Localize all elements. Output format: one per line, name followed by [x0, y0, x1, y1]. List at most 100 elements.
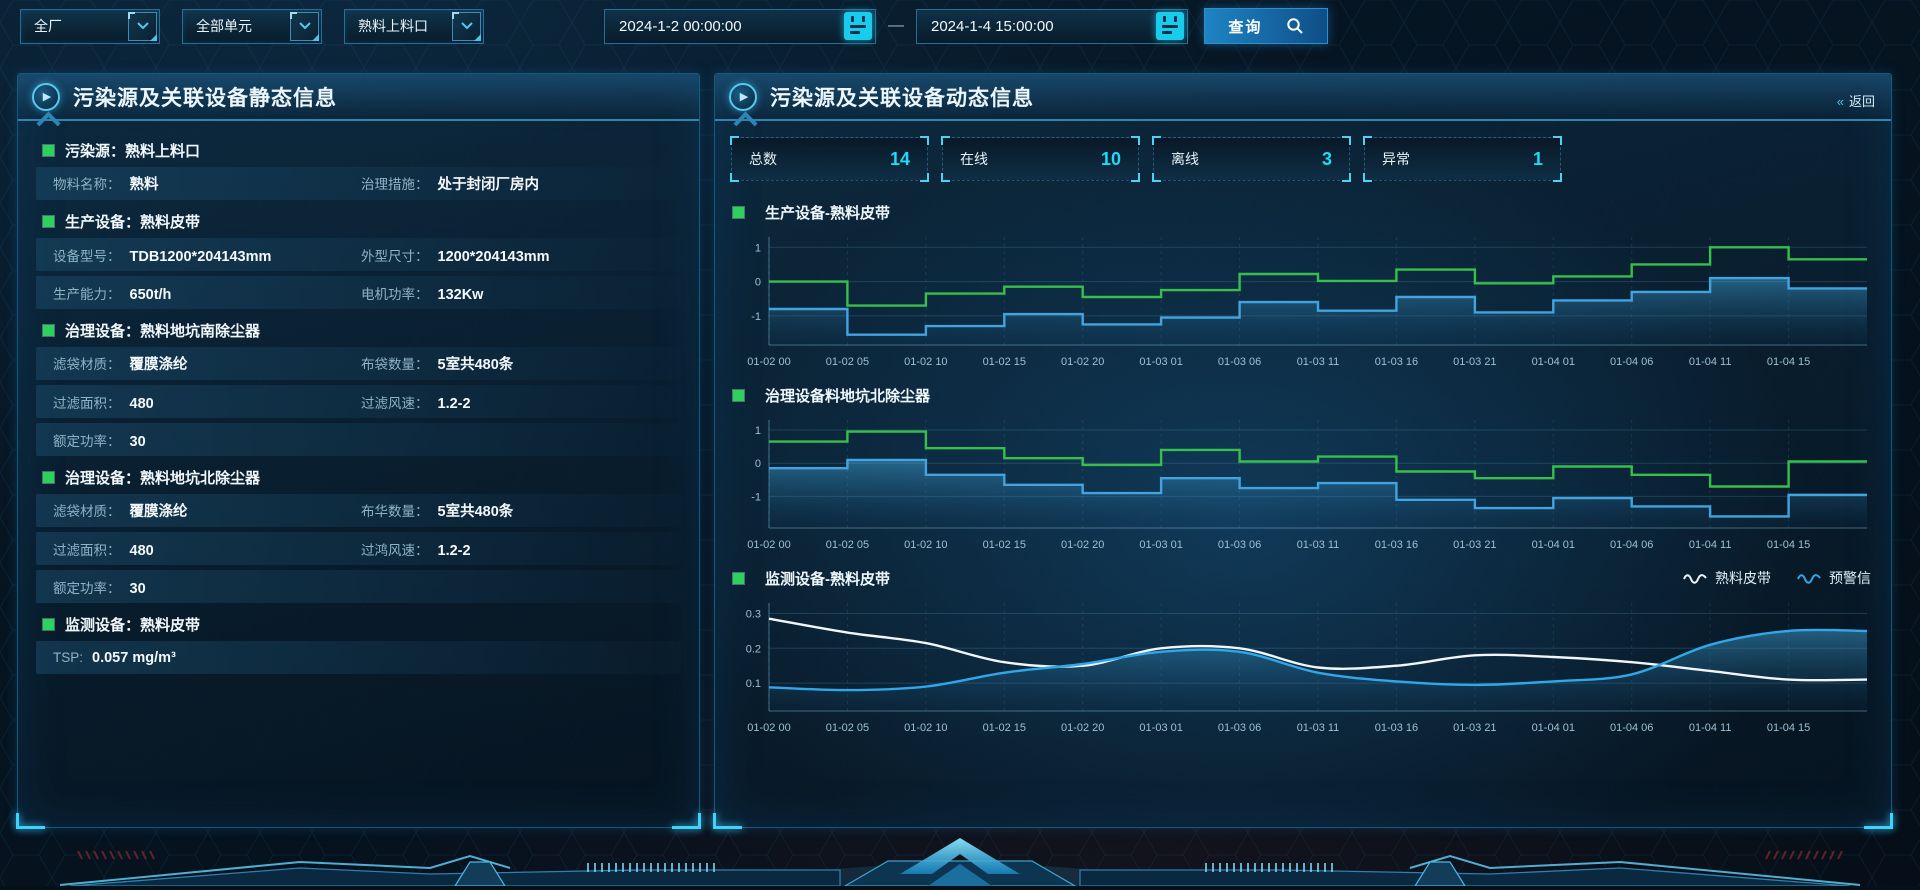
svg-text:01-04 15: 01-04 15 — [1767, 356, 1810, 368]
static-kv-row: 生产能力：650t/h 电机功率：132Kw — [36, 276, 681, 309]
svg-text:01-04 15: 01-04 15 — [1767, 722, 1810, 734]
green-square-icon — [733, 573, 744, 584]
static-kv-row: 额定功率：30 — [36, 423, 681, 456]
static-kv-row: 过滤面积：480 过鸿风速：1.2-2 — [36, 532, 681, 565]
svg-text:01-02 15: 01-02 15 — [983, 356, 1026, 368]
play-icon: ▶ — [729, 83, 757, 111]
back-button[interactable]: « 返回 — [1837, 91, 1875, 110]
chart-header: 监测设备-熟料皮带 熟料皮带 预警信 — [731, 565, 1875, 591]
dynamic-content: 总数14 在线10 离线3 异常1 生产设备-熟料皮带 10-101-02 00… — [715, 121, 1891, 744]
kv-cell: 滤袋材质：覆膜涤纶 — [53, 500, 361, 521]
dynamic-info-panel: ▶ 污染源及关联设备动态信息 «返回 总数14 在线10 离线3 异常1 生产设… — [714, 73, 1892, 828]
green-square-icon — [43, 472, 54, 483]
svg-text:01-04 06: 01-04 06 — [1610, 539, 1653, 551]
legend-item[interactable]: 预警信 — [1797, 568, 1871, 588]
static-section-row: 监测设备：熟料皮带 — [36, 608, 681, 641]
chevron-down-icon[interactable] — [290, 12, 319, 41]
svg-text:01-03 06: 01-03 06 — [1218, 356, 1261, 368]
svg-text:01-04 11: 01-04 11 — [1689, 539, 1732, 551]
legend-item[interactable]: 熟料皮带 — [1683, 568, 1771, 588]
kv-cell: 布华数量：5室共480条 — [361, 500, 669, 521]
stat-box: 异常1 — [1364, 137, 1561, 181]
svg-text:01-04 01: 01-04 01 — [1532, 356, 1575, 368]
svg-text:01-03 01: 01-03 01 — [1139, 722, 1182, 734]
green-square-icon — [43, 216, 54, 227]
svg-text:01-04 01: 01-04 01 — [1532, 722, 1575, 734]
back-button-label: 返回 — [1849, 94, 1875, 109]
static-kv-row: 物料名称：熟料 治理措施：处于封闭厂房内 — [36, 167, 681, 200]
kv-cell: 额定功率：30 — [53, 430, 361, 450]
svg-text:01-02 10: 01-02 10 — [904, 722, 947, 734]
chart-canvas: 10-101-02 0001-02 0501-02 1001-02 1501-0… — [731, 227, 1875, 373]
svg-text:01-02 20: 01-02 20 — [1061, 356, 1104, 368]
chart-canvas: 10-101-02 0001-02 0501-02 1001-02 1501-0… — [731, 410, 1875, 556]
calendar-icon[interactable] — [1156, 12, 1184, 40]
source-select[interactable]: 熟料上料口 — [344, 9, 484, 44]
svg-text:01-03 16: 01-03 16 — [1375, 539, 1418, 551]
svg-text:01-02 15: 01-02 15 — [983, 722, 1026, 734]
double-left-arrow-icon: « — [1837, 94, 1844, 109]
plant-select[interactable]: 全厂 — [20, 9, 160, 44]
search-button[interactable]: 查询 — [1204, 8, 1328, 44]
svg-text:01-02 00: 01-02 00 — [747, 356, 790, 368]
green-square-icon — [43, 145, 54, 156]
static-kv-row: 滤袋材质：覆膜涤纶 布袋数量：5室共480条 — [36, 347, 681, 380]
svg-text:01-02 10: 01-02 10 — [904, 539, 947, 551]
svg-text:0: 0 — [755, 277, 761, 289]
chart-canvas: 0.30.20.101-02 0001-02 0501-02 1001-02 1… — [731, 593, 1875, 739]
svg-text:01-04 06: 01-04 06 — [1610, 356, 1653, 368]
kv-cell: 过鸿风速：1.2-2 — [361, 539, 669, 559]
search-button-label: 查询 — [1228, 16, 1262, 37]
top-toolbar: 全厂 全部单元 熟料上料口 2024-1-2 00:00:00 — 2024-1… — [20, 8, 1328, 44]
svg-text:01-03 01: 01-03 01 — [1139, 356, 1182, 368]
date-from-input[interactable]: 2024-1-2 00:00:00 — [604, 9, 876, 44]
unit-select[interactable]: 全部单元 — [182, 9, 322, 44]
chart-block: 监测设备-熟料皮带 熟料皮带 预警信 0.3 0.2 0.1 01-02 00 01-0… — [731, 565, 1875, 744]
svg-text:01-03 06: 01-03 06 — [1218, 722, 1261, 734]
svg-text:0.3: 0.3 — [746, 608, 761, 620]
calendar-icon[interactable] — [844, 12, 872, 40]
svg-text:0: 0 — [755, 458, 761, 470]
date-range-separator: — — [888, 17, 904, 35]
green-square-icon — [43, 619, 54, 630]
svg-text:01-03 16: 01-03 16 — [1375, 356, 1418, 368]
date-range-group: 2024-1-2 00:00:00 — 2024-1-4 15:00:00 查询 — [604, 8, 1328, 44]
kv-cell: 过滤面积：480 — [53, 392, 361, 412]
dynamic-panel-title: 污染源及关联设备动态信息 — [770, 82, 1034, 112]
chart-title: 治理设备料地坑北除尘器 — [765, 385, 930, 406]
source-select-value: 熟料上料口 — [345, 16, 452, 36]
svg-text:01-02 05: 01-02 05 — [826, 356, 869, 368]
chart-title: 监测设备-熟料皮带 — [765, 568, 890, 589]
date-from-value: 2024-1-2 00:00:00 — [605, 18, 844, 35]
kv-cell: 电机功率：132Kw — [361, 283, 669, 303]
date-to-value: 2024-1-4 15:00:00 — [917, 18, 1156, 35]
unit-select-value: 全部单元 — [183, 16, 290, 36]
kv-cell: TSP:0.057 mg/m³ — [53, 650, 361, 666]
static-section-row: 治理设备：熟料地坑南除尘器 — [36, 314, 681, 347]
svg-text:01-02 10: 01-02 10 — [904, 356, 947, 368]
svg-text:01-04 01: 01-04 01 — [1532, 539, 1575, 551]
chevron-down-icon[interactable] — [452, 12, 481, 41]
svg-text:-1: -1 — [751, 491, 761, 503]
chart-title: 生产设备-熟料皮带 — [765, 202, 890, 223]
svg-text:01-02 15: 01-02 15 — [983, 539, 1026, 551]
kv-cell: 过滤面积：480 — [53, 539, 361, 559]
kv-cell: 布袋数量：5室共480条 — [361, 353, 669, 374]
stat-box: 总数14 — [731, 137, 928, 181]
svg-text:0.2: 0.2 — [746, 643, 761, 655]
svg-text:01-02 05: 01-02 05 — [826, 539, 869, 551]
stat-box: 在线10 — [942, 137, 1139, 181]
svg-text:01-02 00: 01-02 00 — [747, 722, 790, 734]
svg-text:01-04 15: 01-04 15 — [1767, 539, 1810, 551]
wave-line-icon — [1683, 572, 1707, 584]
static-kv-row: 滤袋材质：覆膜涤纶 布华数量：5室共480条 — [36, 494, 681, 527]
static-kv-row: 设备型号：TDB1200*204143mm 外型尺寸：1200*204143mm — [36, 238, 681, 271]
static-section-row: 生产设备：熟料皮带 — [36, 205, 681, 238]
chart-legend: 熟料皮带 预警信 — [1683, 568, 1875, 588]
svg-text:01-03 16: 01-03 16 — [1375, 722, 1418, 734]
date-to-input[interactable]: 2024-1-4 15:00:00 — [916, 9, 1188, 44]
svg-text:01-02 20: 01-02 20 — [1061, 722, 1104, 734]
chevron-down-icon[interactable] — [128, 12, 157, 41]
green-square-icon — [733, 390, 744, 401]
svg-text:0.1: 0.1 — [746, 678, 761, 690]
